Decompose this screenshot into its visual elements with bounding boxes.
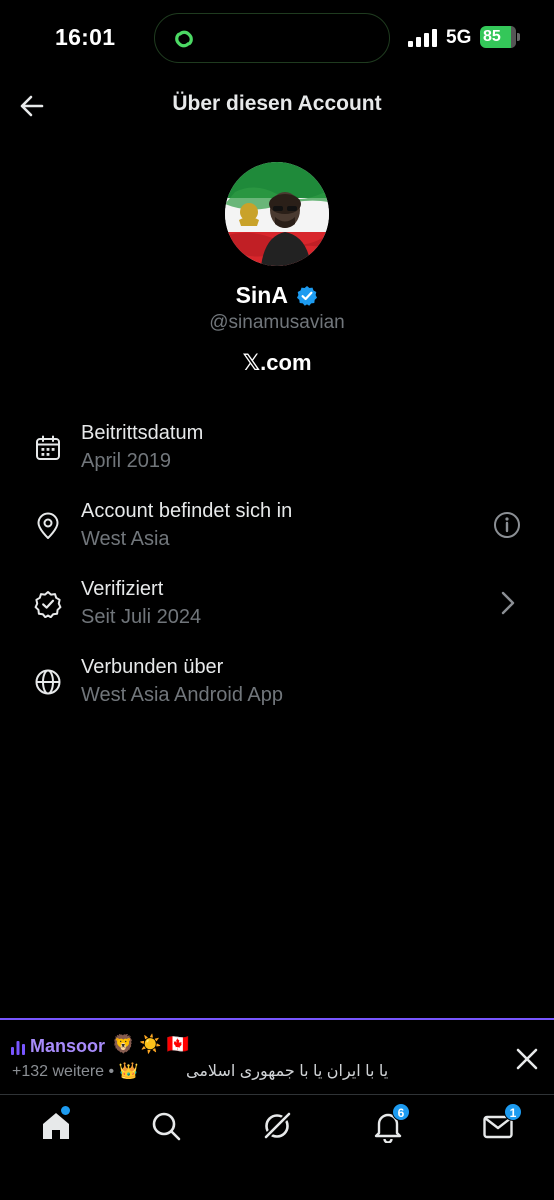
site-label: 𝕏.com bbox=[242, 350, 312, 375]
nav-messages[interactable]: 1 bbox=[481, 1103, 522, 1143]
avatar[interactable] bbox=[225, 162, 329, 266]
display-name-row: SinA bbox=[0, 282, 554, 309]
space-title: یا با ایران یا با جمهوری اسلامی bbox=[186, 1063, 389, 1080]
dynamic-island[interactable] bbox=[154, 13, 390, 63]
avatar-image bbox=[225, 162, 329, 266]
battery-percent: 85 bbox=[483, 28, 501, 45]
space-listeners: +132 weitere • 👑 bbox=[12, 1063, 139, 1080]
space-host-name: Mansoor bbox=[30, 1036, 106, 1056]
globe-icon bbox=[35, 669, 61, 695]
verified-badge-icon bbox=[297, 285, 318, 306]
network-type: 5G bbox=[446, 27, 472, 48]
info-row-connected-via: Verbunden über West Asia Android App bbox=[0, 656, 554, 720]
battery-tip bbox=[517, 33, 520, 41]
notification-count-badge: 6 bbox=[392, 1103, 410, 1121]
info-title: Beitrittsdatum bbox=[81, 422, 204, 444]
battery-body: 85 bbox=[480, 26, 516, 48]
chevron-right-icon[interactable] bbox=[492, 588, 522, 618]
page-title: Über diesen Account bbox=[172, 92, 382, 115]
grok-icon bbox=[263, 1111, 292, 1140]
header: Über diesen Account bbox=[0, 80, 554, 130]
battery-indicator: 85 bbox=[480, 26, 520, 48]
battery-empty-portion bbox=[510, 26, 516, 48]
space-host-emojis: 🦁 ☀️ 🇨🇦 bbox=[112, 1034, 190, 1054]
info-value: April 2019 bbox=[81, 450, 172, 472]
status-bar: 16:01 5G 85 bbox=[0, 0, 554, 78]
info-row-verified[interactable]: Verifiziert Seit Juli 2024 bbox=[0, 578, 554, 642]
info-circle-icon[interactable] bbox=[492, 510, 522, 540]
info-value: West Asia bbox=[81, 528, 170, 550]
search-icon bbox=[152, 1112, 181, 1141]
info-row-join-date: Beitrittsdatum April 2019 bbox=[0, 422, 554, 486]
nav-grok[interactable] bbox=[260, 1109, 294, 1143]
info-value: West Asia Android App bbox=[81, 684, 283, 706]
link-icon bbox=[175, 30, 193, 48]
info-title: Verifiziert bbox=[81, 578, 164, 600]
bottom-nav: 6 1 bbox=[0, 1094, 554, 1200]
nav-home[interactable] bbox=[39, 1106, 73, 1143]
unread-dot bbox=[61, 1106, 70, 1115]
close-icon[interactable] bbox=[513, 1045, 541, 1073]
verified-badge-icon bbox=[34, 591, 62, 618]
calendar-icon bbox=[36, 435, 60, 460]
status-time: 16:01 bbox=[55, 24, 116, 50]
info-title: Verbunden über bbox=[81, 656, 224, 678]
message-count-badge: 1 bbox=[504, 1103, 522, 1121]
cellular-signal-icon bbox=[408, 29, 437, 47]
info-row-location: Account befindet sich in West Asia bbox=[0, 500, 554, 564]
nav-search[interactable] bbox=[149, 1109, 183, 1143]
display-name: SinA bbox=[235, 282, 288, 308]
info-value: Seit Juli 2024 bbox=[81, 606, 202, 628]
user-handle: @sinamusavian bbox=[209, 312, 345, 333]
info-title: Account befindet sich in bbox=[81, 500, 293, 522]
location-pin-icon bbox=[37, 512, 59, 539]
audio-bars-icon bbox=[11, 1041, 25, 1055]
nav-notifications[interactable]: 6 bbox=[371, 1103, 410, 1144]
live-space-banner[interactable]: Mansoor 🦁 ☀️ 🇨🇦 +132 weitere • 👑 یا با ا… bbox=[0, 1018, 554, 1094]
